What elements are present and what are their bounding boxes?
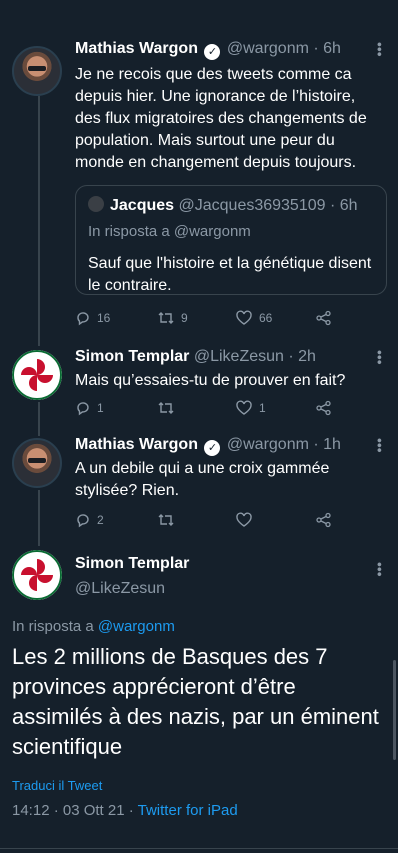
tweet-text: Je ne recois que des tweets comme ca dep… bbox=[75, 66, 367, 171]
more-icon[interactable]: ••• bbox=[372, 42, 388, 57]
divider bbox=[0, 848, 398, 849]
more-icon[interactable]: ••• bbox=[372, 350, 388, 365]
avatar[interactable] bbox=[12, 46, 62, 96]
reply-context-handle[interactable]: @wargonm bbox=[98, 618, 175, 635]
heart-icon bbox=[236, 310, 252, 325]
like-count: 1 bbox=[259, 401, 266, 415]
reply-count: 2 bbox=[97, 513, 104, 527]
reply-count: 1 bbox=[97, 401, 104, 415]
tweet-text: A un debile qui a une croix gammée styli… bbox=[75, 460, 330, 499]
tweet-header: Simon Templar @LikeZesun · 2h bbox=[75, 348, 316, 366]
timestamp[interactable]: 14:12 · 03 Ott 21 · bbox=[12, 802, 138, 819]
quote-avatar bbox=[88, 196, 104, 212]
tweet-actions: 2 bbox=[75, 512, 365, 532]
scrollbar[interactable] bbox=[393, 660, 396, 760]
verified-icon: ✓ bbox=[204, 44, 221, 60]
tweet-time[interactable]: · 6h bbox=[313, 40, 341, 57]
avatar[interactable] bbox=[12, 350, 62, 400]
avatar[interactable] bbox=[12, 438, 62, 488]
quote-reply-context: In risposta a @wargonm bbox=[88, 223, 251, 240]
retweet-icon bbox=[158, 402, 174, 414]
share-icon bbox=[316, 400, 331, 416]
reply-button[interactable]: 1 bbox=[75, 400, 104, 416]
like-button[interactable] bbox=[235, 512, 259, 528]
tweet-header: Mathias Wargon ✓ @wargonm · 1h bbox=[75, 436, 341, 456]
source-link[interactable]: Twitter for iPad bbox=[138, 802, 238, 819]
reply-icon bbox=[77, 402, 89, 416]
reply-context: In risposta a @wargonm bbox=[12, 618, 175, 635]
tweet-text: Mais qu’essaies-tu de prouver en fait? bbox=[75, 372, 346, 389]
quote-text: Sauf que l'histoire et la génétique dise… bbox=[88, 255, 372, 294]
lauburu-icon bbox=[12, 550, 62, 600]
share-icon bbox=[316, 512, 331, 528]
quote-author-handle: @Jacques36935109 · 6h bbox=[178, 197, 358, 214]
translate-link[interactable]: Traduci il Tweet bbox=[12, 778, 102, 793]
tweet[interactable]: Mathias Wargon ✓ @wargonm · 1h ••• A un … bbox=[0, 436, 398, 536]
verified-icon: ✓ bbox=[204, 440, 221, 456]
focused-tweet: Simon Templar @LikeZesun ••• In risposta… bbox=[0, 550, 398, 853]
quoted-tweet[interactable]: Jacques @Jacques36935109 · 6h In rispost… bbox=[75, 185, 387, 295]
author-name[interactable]: Simon Templar bbox=[75, 555, 189, 573]
retweet-button[interactable]: 9 bbox=[157, 310, 188, 326]
retweet-button[interactable] bbox=[157, 400, 181, 416]
reply-icon bbox=[77, 514, 89, 528]
author-handle[interactable]: @LikeZesun bbox=[194, 348, 284, 365]
share-button[interactable] bbox=[315, 400, 333, 416]
reply-context-prefix: In risposta a bbox=[12, 618, 98, 635]
quote-author-name: Jacques bbox=[110, 197, 175, 214]
tweet[interactable]: Mathias Wargon ✓ @wargonm · 6h ••• Je ne… bbox=[0, 40, 398, 340]
tweet-actions: 1 1 bbox=[75, 400, 365, 420]
share-button[interactable] bbox=[315, 310, 333, 326]
quote-header: Jacques @Jacques36935109 · 6h bbox=[88, 196, 358, 215]
tweet-time[interactable]: · 1h bbox=[313, 436, 341, 453]
share-icon bbox=[316, 310, 331, 326]
author-name[interactable]: Mathias Wargon bbox=[75, 436, 198, 453]
retweet-icon bbox=[158, 312, 174, 324]
tweet-actions: 16 9 66 bbox=[75, 310, 365, 330]
lauburu-icon bbox=[12, 350, 62, 400]
like-count: 66 bbox=[259, 311, 273, 325]
more-icon[interactable]: ••• bbox=[372, 562, 388, 577]
share-button[interactable] bbox=[315, 512, 333, 528]
like-button[interactable]: 1 bbox=[235, 400, 266, 416]
author-handle[interactable]: @wargonm bbox=[227, 40, 309, 57]
author-name[interactable]: Mathias Wargon bbox=[75, 40, 198, 57]
retweet-count: 9 bbox=[181, 311, 188, 325]
reply-button[interactable]: 2 bbox=[75, 512, 104, 528]
tweet-time[interactable]: · 2h bbox=[288, 348, 316, 365]
avatar[interactable] bbox=[12, 550, 62, 600]
author-handle[interactable]: @LikeZesun bbox=[75, 580, 165, 598]
tweet-meta: 14:12 · 03 Ott 21 · Twitter for iPad bbox=[12, 802, 238, 819]
retweet-icon bbox=[158, 514, 174, 526]
reply-icon bbox=[77, 312, 89, 326]
heart-icon bbox=[236, 400, 252, 415]
tweet-header: Mathias Wargon ✓ @wargonm · 6h bbox=[75, 40, 341, 60]
tweet[interactable]: Simon Templar @LikeZesun · 2h ••• Mais q… bbox=[0, 348, 398, 428]
retweet-button[interactable] bbox=[157, 512, 181, 528]
author-handle[interactable]: @wargonm bbox=[227, 436, 309, 453]
tweet-text: Les 2 millions de Basques des 7 province… bbox=[12, 644, 379, 759]
more-icon[interactable]: ••• bbox=[372, 438, 388, 453]
author-name[interactable]: Simon Templar bbox=[75, 348, 189, 365]
heart-icon bbox=[236, 512, 252, 527]
reply-count: 16 bbox=[97, 311, 111, 325]
like-button[interactable]: 66 bbox=[235, 310, 272, 326]
reply-button[interactable]: 16 bbox=[75, 310, 110, 326]
